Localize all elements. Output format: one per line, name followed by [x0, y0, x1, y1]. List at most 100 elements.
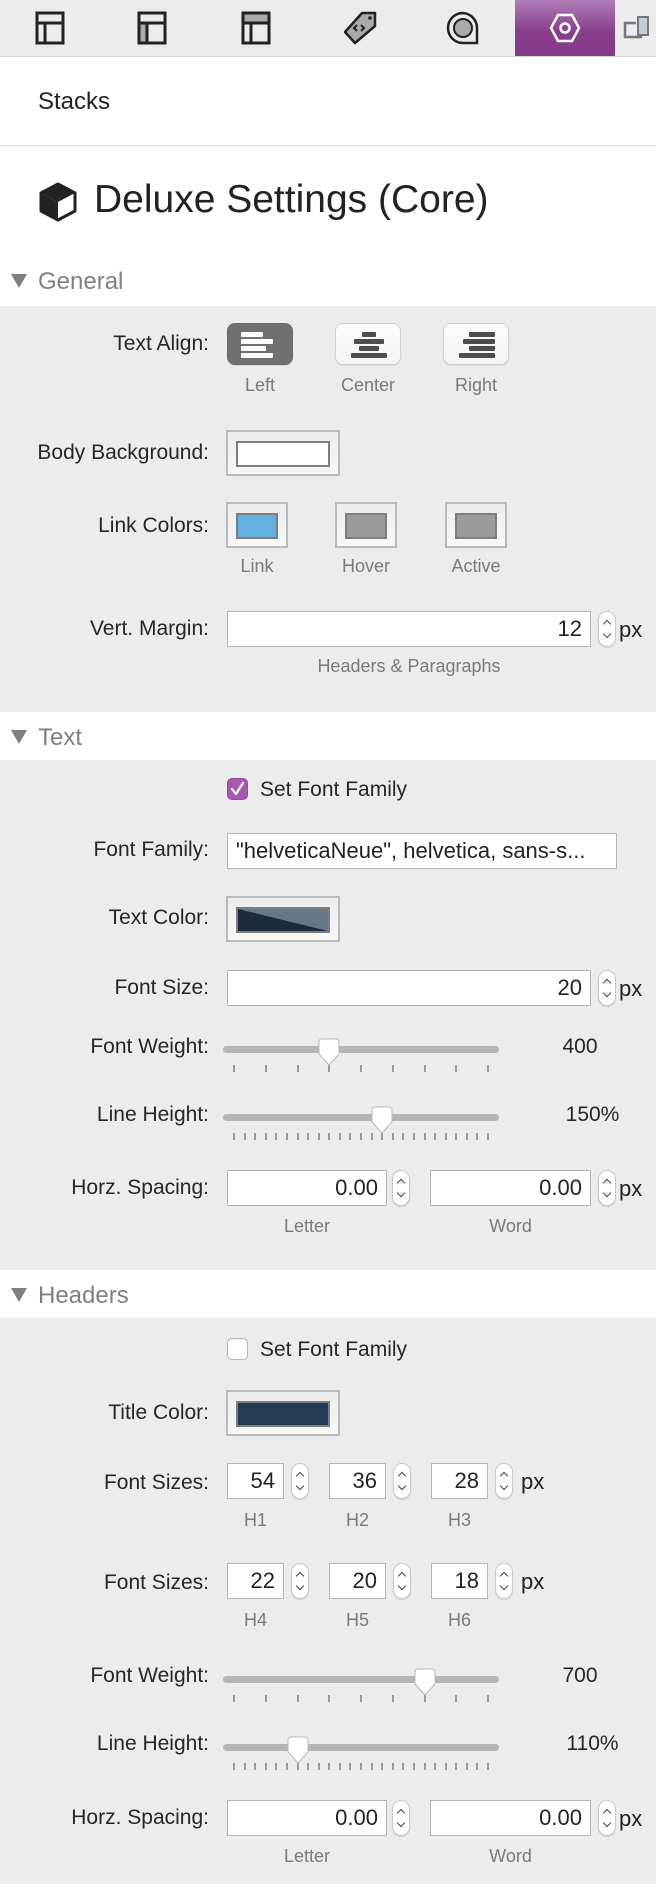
line-height-label: Line Height:	[96, 1103, 209, 1126]
font-size-label: Font Size:	[114, 976, 209, 999]
vert-margin-stepper[interactable]	[598, 611, 616, 647]
text-word-spacing-input[interactable]: 0.00	[430, 1170, 591, 1206]
headers-font-weight-slider[interactable]	[223, 1666, 499, 1706]
font-family-value: "helveticaNeue", helvetica, sans-s...	[236, 838, 586, 863]
cube-icon	[39, 182, 77, 222]
tab-settings[interactable]	[515, 0, 615, 56]
font-size-unit: px	[619, 976, 643, 1001]
h1-size-input[interactable]: 54	[227, 1463, 284, 1499]
h5-caption: H5	[345, 1610, 369, 1630]
text-letter-spacing-input[interactable]: 0.00	[227, 1170, 387, 1206]
h2-size-stepper[interactable]	[393, 1463, 411, 1499]
headers-word-spacing-input[interactable]: 0.00	[430, 1800, 591, 1836]
slider-tick	[275, 1133, 278, 1140]
slider-tick	[296, 1065, 299, 1072]
hexagon-settings-icon	[549, 13, 581, 43]
h4-size-value: 22	[250, 1568, 275, 1593]
headers-letter-spacing-input[interactable]: 0.00	[227, 1800, 387, 1836]
slider-tick	[296, 1133, 299, 1140]
hover-color-well[interactable]	[335, 502, 397, 548]
h2-size-input[interactable]: 36	[329, 1463, 386, 1499]
disclosure-triangle-icon[interactable]	[11, 274, 27, 288]
tab-code-tag[interactable]	[310, 0, 410, 56]
text-font-weight-value: 400	[562, 1035, 598, 1058]
h3-caption: H3	[447, 1510, 471, 1530]
h1-size-value: 54	[250, 1468, 275, 1493]
headers-word-spacing-stepper[interactable]	[598, 1800, 616, 1836]
slider-tick	[360, 1065, 362, 1072]
slider-track[interactable]	[223, 1114, 499, 1121]
text-set-font-family-checkbox[interactable]	[227, 778, 248, 800]
align-right-button[interactable]	[443, 323, 509, 365]
stack-title-row: Deluxe Settings (Core)	[0, 146, 656, 256]
font-family-input[interactable]: "helveticaNeue", helvetica, sans-s...	[227, 833, 617, 869]
active-color-swatch	[455, 513, 497, 539]
slider-thumb[interactable]	[414, 1668, 436, 1696]
tab-devices[interactable]	[612, 0, 656, 56]
vert-margin-caption: Headers & Paragraphs	[317, 656, 501, 676]
slider-tick	[423, 1695, 426, 1702]
title-color-well[interactable]	[226, 1390, 340, 1436]
slider-track[interactable]	[223, 1046, 499, 1053]
horz-spacing-unit: px	[619, 1176, 643, 1201]
section-header-general[interactable]: General	[0, 256, 656, 306]
h3-size-stepper[interactable]	[495, 1463, 513, 1499]
font-size-input[interactable]: 20	[227, 970, 591, 1006]
font-size-stepper[interactable]	[598, 970, 616, 1006]
word-caption: Word	[489, 1216, 532, 1236]
stacks-label: Stacks	[38, 88, 111, 115]
slider-track[interactable]	[223, 1676, 499, 1683]
slider-thumb[interactable]	[371, 1106, 393, 1134]
tab-header-layout[interactable]	[206, 0, 306, 56]
h6-size-input[interactable]: 18	[431, 1563, 488, 1599]
h3-size-input[interactable]: 28	[431, 1463, 488, 1499]
align-left-caption: Left	[244, 375, 276, 395]
font-sizes-unit-2: px	[521, 1569, 545, 1594]
slider-tick	[476, 1133, 479, 1140]
slider-thumb[interactable]	[318, 1038, 340, 1066]
headers-set-font-family-checkbox[interactable]	[227, 1338, 248, 1360]
disclosure-triangle-icon[interactable]	[11, 730, 27, 744]
tab-badge[interactable]	[413, 0, 513, 56]
section-header-headers[interactable]: Headers	[0, 1270, 656, 1320]
text-line-height-slider[interactable]	[223, 1104, 499, 1144]
slider-thumb[interactable]	[287, 1736, 309, 1764]
section-headers: Set Font Family Title Color: Font Sizes:…	[0, 1318, 656, 1884]
text-word-spacing-stepper[interactable]	[598, 1170, 616, 1206]
disclosure-triangle-icon[interactable]	[11, 1288, 27, 1302]
tab-page-layout[interactable]	[0, 0, 100, 56]
slider-tick	[264, 1065, 267, 1072]
headers-letter-spacing-stepper[interactable]	[392, 1800, 410, 1836]
slider-track[interactable]	[223, 1744, 499, 1751]
section-header-text[interactable]: Text	[0, 712, 656, 762]
slider-tick	[264, 1133, 267, 1140]
h1-size-stepper[interactable]	[291, 1463, 309, 1499]
align-left-button[interactable]	[227, 323, 293, 365]
h6-size-stepper[interactable]	[495, 1563, 513, 1599]
slider-tick	[487, 1065, 489, 1072]
letter-spacing-value: 0.00	[335, 1805, 378, 1830]
h5-size-input[interactable]: 20	[329, 1563, 386, 1599]
vert-margin-value: 12	[557, 616, 582, 641]
slider-tick	[391, 1133, 394, 1140]
h4-size-stepper[interactable]	[291, 1563, 309, 1599]
text-color-well[interactable]	[226, 896, 340, 942]
link-color-well[interactable]	[226, 502, 288, 548]
slider-tick	[328, 1065, 331, 1072]
headers-line-height-slider[interactable]	[223, 1734, 499, 1774]
headers-horz-spacing-label: Horz. Spacing:	[71, 1806, 209, 1829]
text-font-weight-slider[interactable]	[223, 1036, 499, 1076]
headers-font-weight-value: 700	[562, 1664, 598, 1687]
h4-size-input[interactable]: 22	[227, 1563, 284, 1599]
letter-caption: Letter	[283, 1846, 331, 1866]
text-letter-spacing-stepper[interactable]	[392, 1170, 410, 1206]
slider-tick	[264, 1763, 267, 1770]
body-background-color-well[interactable]	[226, 430, 340, 476]
active-color-well[interactable]	[445, 502, 507, 548]
tab-sidebar-layout[interactable]	[102, 0, 202, 56]
checkmark-icon	[230, 781, 245, 796]
vert-margin-input[interactable]: 12	[227, 611, 591, 647]
text-color-label: Text Color:	[108, 906, 209, 929]
align-center-button[interactable]	[335, 323, 401, 365]
h5-size-stepper[interactable]	[393, 1563, 411, 1599]
